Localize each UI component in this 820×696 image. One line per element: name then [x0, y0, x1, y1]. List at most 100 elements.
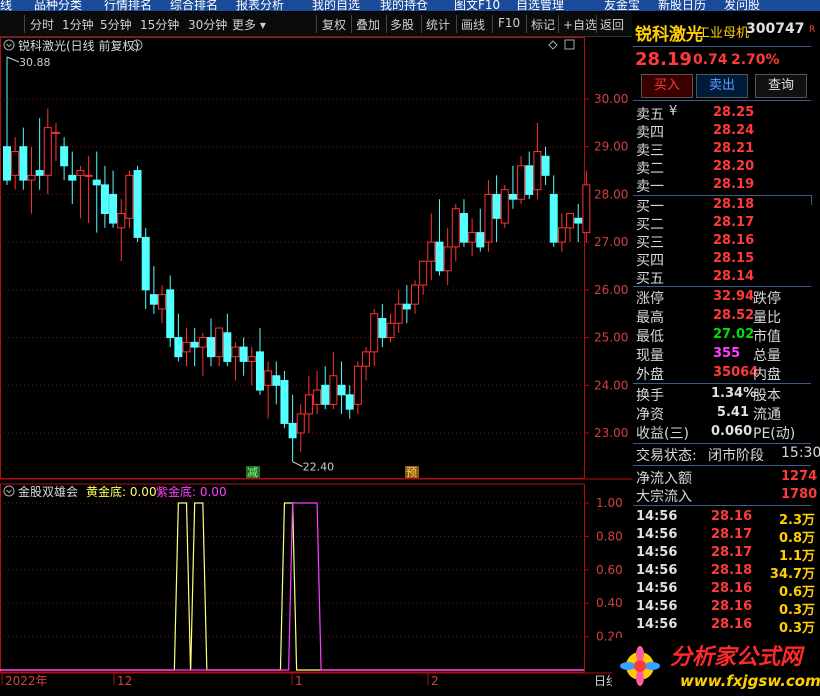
toolbar-action-button[interactable]: 统计: [426, 16, 450, 33]
tick-volume: 2.3万: [778, 513, 815, 528]
trade-status-label: 交易状态:: [636, 448, 697, 464]
chevron-down-icon: [6, 489, 12, 494]
indicator-collapse-icon: [3, 485, 15, 497]
price-axis-label: 23.00: [594, 426, 628, 440]
stock-sector-tag[interactable]: 工业母机: [697, 22, 749, 41]
price-axis-label: 30.00: [594, 92, 628, 106]
query-button[interactable]: 查询: [755, 74, 807, 98]
candle-down: [174, 337, 183, 358]
trade-status-value: 闭市阶段: [708, 448, 764, 464]
top-menu-item[interactable]: 品种分类: [34, 0, 82, 11]
candle-up: [304, 394, 313, 415]
stat-label: 净资: [636, 407, 664, 423]
indicator-axis-label: 0.40: [596, 596, 623, 610]
period-tab[interactable]: 5分钟: [100, 16, 132, 33]
toolbar-action-button[interactable]: 多股: [390, 16, 414, 33]
toolbar-action-button[interactable]: 复权: [322, 16, 346, 33]
toolbar-action-button[interactable]: 返回: [600, 16, 624, 33]
bid-level-label: 买二: [636, 217, 664, 233]
tick-price: 28.17: [711, 527, 753, 542]
tick-time: 14:56: [636, 617, 678, 632]
price-axis-label: 27.00: [594, 235, 628, 249]
top-menu-item[interactable]: 我的持仓: [380, 0, 428, 11]
candle-down: [435, 241, 444, 272]
period-tab[interactable]: 15分钟: [140, 16, 179, 33]
stat-label: 最高: [636, 310, 664, 326]
candle-up: [27, 174, 36, 181]
top-menu-item[interactable]: 线: [0, 0, 12, 11]
period-tab[interactable]: 更多 ▾: [232, 16, 266, 33]
stat-label: 换手: [636, 388, 664, 404]
candle-up: [566, 213, 575, 229]
candle-up: [443, 246, 452, 272]
toolbar-action-button[interactable]: 标记: [531, 16, 555, 33]
candle-down: [541, 155, 550, 176]
toolbar-divider: [492, 15, 493, 33]
candle-down: [35, 170, 44, 176]
divider: [633, 383, 811, 384]
candle-up: [411, 284, 419, 305]
stat-value: 28.52: [713, 308, 755, 323]
ask-price: 28.20: [713, 159, 755, 174]
stat-label: 最低: [636, 329, 664, 345]
top-menu-item[interactable]: 行情排名: [104, 0, 152, 11]
candle-up: [557, 227, 566, 243]
kline-chart[interactable]: 30.00 29.00 28.00 27.00 26.00 25.00 24.00 23.00…: [0, 37, 632, 690]
tick-time: 14:56: [636, 563, 678, 578]
candle-up: [386, 322, 395, 339]
quote-panel: 锐科激光 工业母机 300747 R 28.19 0.74 2.70% 买入 卖出 查询 卖五 ¥28…: [633, 12, 820, 692]
sell-button[interactable]: 卖出: [696, 74, 748, 98]
candle-up: [215, 327, 224, 358]
candle-up: [533, 150, 542, 191]
top-menu-item[interactable]: 报表分析: [236, 0, 284, 11]
toolbar-action-button[interactable]: 叠加: [356, 16, 380, 33]
candle-up: [43, 127, 52, 176]
period-tab[interactable]: 分时: [30, 16, 54, 33]
watermark-url: www.fxjgsw.com: [680, 672, 820, 690]
bid-price: 28.14: [713, 269, 755, 284]
toolbar-action-button[interactable]: +自选: [563, 16, 597, 33]
tick-price: 28.18: [711, 563, 753, 578]
toolbar-action-button[interactable]: 画线: [461, 16, 485, 33]
candle-up: [84, 174, 93, 177]
ask-price: 28.25: [713, 105, 755, 120]
signal-reduce: 减: [247, 466, 258, 479]
top-menu-item[interactable]: 综合排名: [170, 0, 218, 11]
candle-down: [19, 146, 28, 181]
top-menu-item[interactable]: 发问股: [724, 0, 760, 11]
buy-button[interactable]: 买入: [641, 74, 693, 98]
candle-up: [500, 189, 509, 224]
ask-level-label: 卖一: [636, 179, 664, 195]
toolbar-divider: [316, 15, 317, 33]
divider: [633, 443, 811, 444]
stat-label-secondary: 内盘: [753, 367, 781, 383]
candle-down: [549, 193, 558, 243]
bid-level-label: 买五: [636, 271, 664, 287]
bid-price: 28.15: [713, 251, 755, 266]
candle-up: [394, 303, 403, 324]
candle-down: [280, 380, 289, 424]
stat-value: 27.02: [713, 327, 755, 342]
toolbar-divider: [456, 15, 457, 33]
flow-label: 大宗流入: [636, 489, 692, 505]
top-menu-item[interactable]: 我的自选: [312, 0, 360, 11]
period-tab[interactable]: 1分钟: [62, 16, 94, 33]
stock-code: 300747: [746, 21, 805, 37]
watermark-text: 分析家公式网: [670, 644, 805, 670]
candle-down: [149, 294, 158, 305]
toolbar-action-button[interactable]: F10: [498, 16, 520, 30]
toolbar-divider: [386, 15, 387, 33]
price-change-pct: 2.70%: [731, 52, 780, 68]
yen-icon: ¥: [669, 104, 678, 119]
bid-level-label: 买三: [636, 235, 664, 251]
candle-up: [370, 313, 379, 353]
top-menu-item[interactable]: 自选管理: [516, 0, 564, 11]
top-menu-item[interactable]: 图文F10: [454, 0, 500, 11]
top-menu-item[interactable]: 新股日历: [658, 0, 706, 11]
stat-label-secondary: 跌停: [753, 291, 781, 307]
divider: [633, 286, 811, 287]
flow-value: 1274: [781, 469, 818, 484]
candle-down: [68, 174, 77, 181]
top-menu-item[interactable]: 友金宝: [604, 0, 640, 11]
period-tab[interactable]: 30分钟: [188, 16, 227, 33]
